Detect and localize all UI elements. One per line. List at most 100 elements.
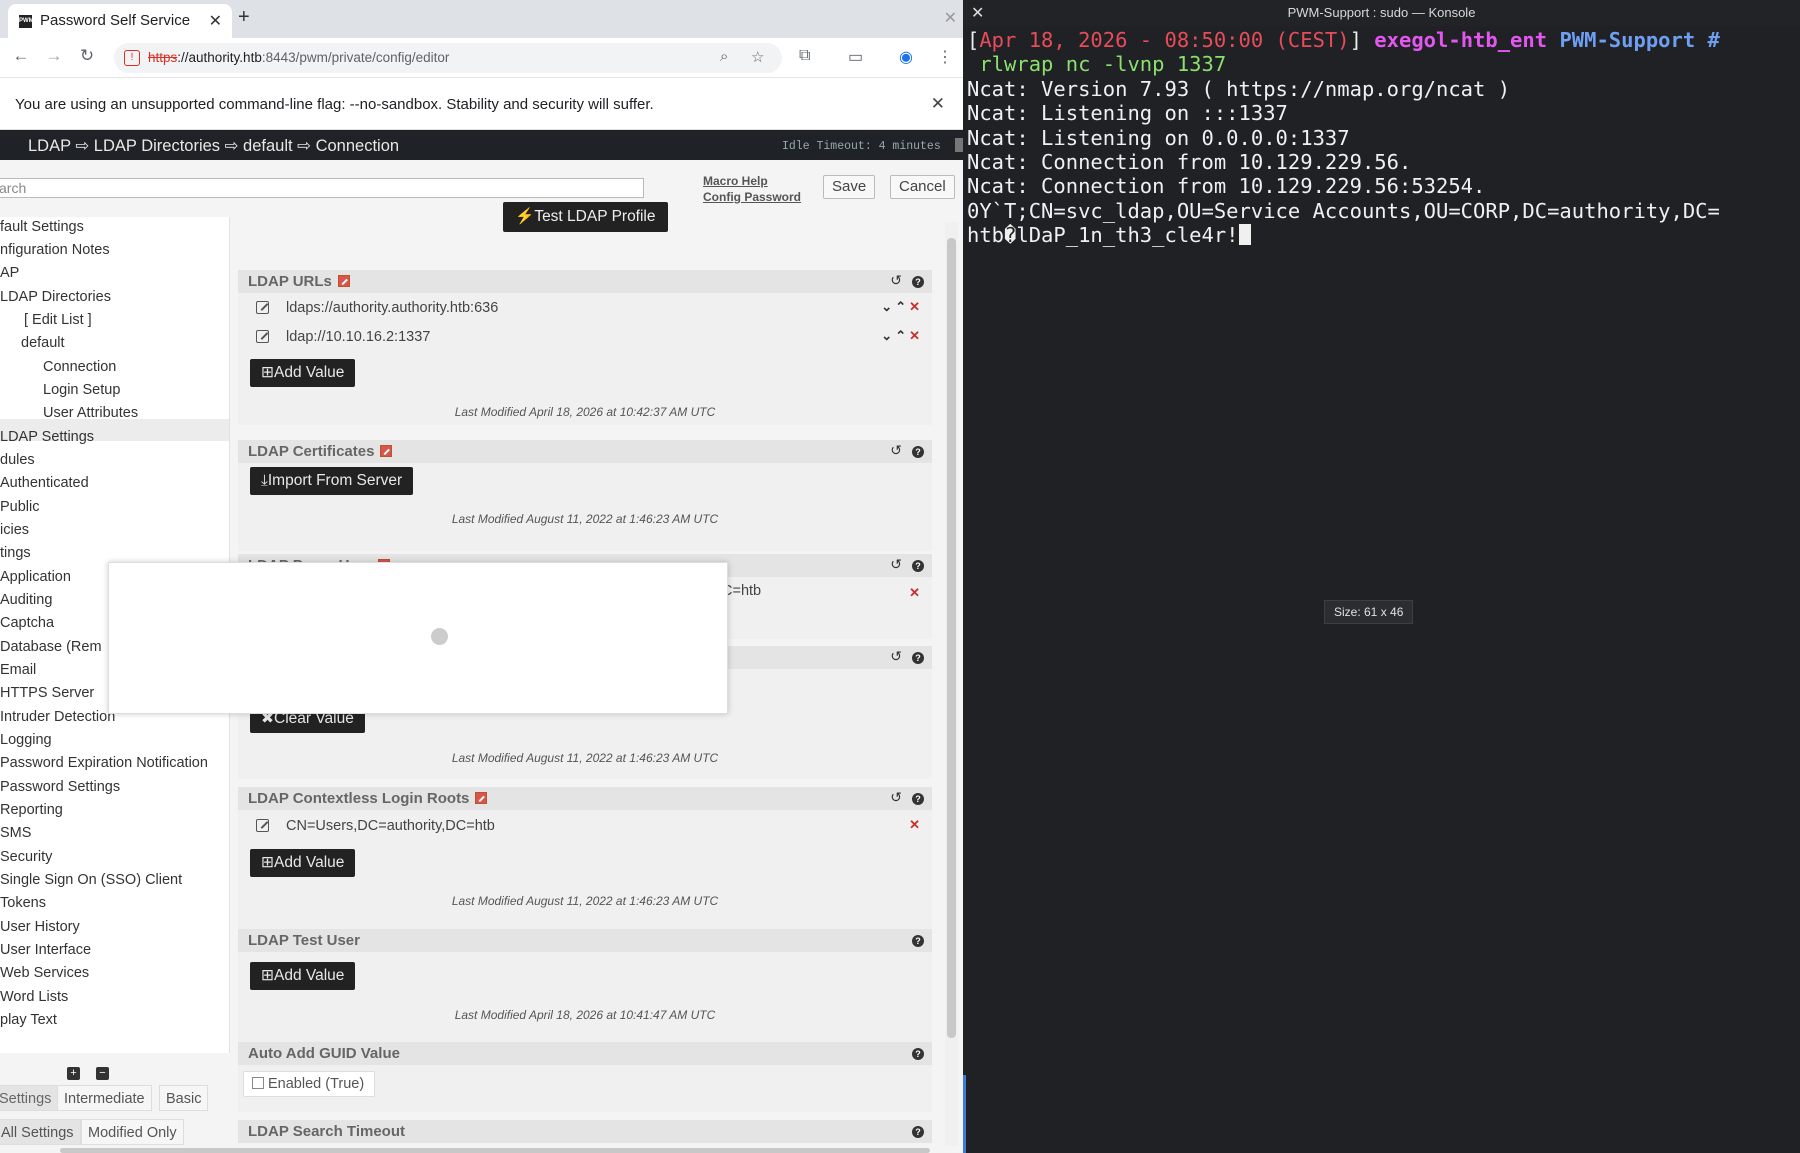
nav-item-connection[interactable]: Connection (43, 359, 116, 375)
nav-item[interactable]: Public (0, 499, 40, 515)
menu-icon[interactable]: ⋮ (937, 47, 953, 67)
level-intermediate-button[interactable]: Intermediate (57, 1085, 152, 1111)
help-icon[interactable]: ? (912, 935, 924, 947)
edit-icon[interactable] (256, 330, 269, 343)
vertical-scrollbar[interactable] (945, 222, 958, 1146)
import-from-server-button[interactable]: ⤓Import From Server (250, 467, 414, 495)
nav-item[interactable]: Password Settings (0, 779, 120, 795)
help-icon[interactable]: ? (912, 793, 924, 805)
extensions-icon[interactable]: ⧉ (799, 47, 810, 65)
help-icon[interactable]: ? (912, 446, 924, 458)
bookmark-star-icon[interactable]: ☆ (751, 48, 764, 66)
nav-item[interactable]: Password Expiration Notification (0, 755, 208, 771)
delete-icon[interactable]: ✕ (909, 817, 920, 832)
nav-item[interactable]: User History (0, 919, 80, 935)
help-icon[interactable]: ? (912, 560, 924, 572)
help-icon[interactable]: ? (912, 652, 924, 664)
nav-item[interactable]: LDAP Settings (0, 429, 94, 445)
move-up-icon[interactable]: ⌃ (895, 328, 906, 343)
infobar-close-icon[interactable]: ✕ (931, 94, 945, 114)
level-advanced-button[interactable]: Settings (0, 1085, 59, 1111)
new-tab-icon[interactable]: + (238, 6, 250, 29)
nav-item[interactable]: Captcha (0, 615, 54, 631)
browser-tab[interactable]: PWM Password Self Service ✕ (8, 4, 232, 38)
tab-close-icon[interactable]: ✕ (209, 11, 222, 31)
nav-item[interactable]: Reporting (0, 802, 63, 818)
nav-item[interactable]: nfiguration Notes (0, 242, 110, 258)
nav-item[interactable]: Single Sign On (SSO) Client (0, 872, 182, 888)
nav-item[interactable]: fault Settings (0, 219, 84, 235)
expand-all-icon[interactable]: + (67, 1067, 80, 1080)
nav-item[interactable]: HTTPS Server (0, 685, 94, 701)
delete-icon[interactable]: ✕ (909, 299, 920, 314)
help-icon[interactable]: ? (912, 1048, 924, 1060)
add-value-button[interactable]: ⊞Add Value (250, 359, 356, 387)
nav-item[interactable]: SMS (0, 825, 31, 841)
back-icon[interactable]: ← (9, 46, 33, 66)
help-icon[interactable]: ? (912, 1126, 924, 1138)
login-root-value[interactable]: CN=Users,DC=authority,DC=htb (286, 818, 495, 834)
not-secure-icon[interactable]: ! (124, 50, 140, 66)
move-up-icon[interactable]: ⌃ (895, 299, 906, 314)
nav-item[interactable]: Database (Rem (0, 639, 102, 655)
nav-item-edit-list[interactable]: [ Edit List ] (24, 312, 92, 328)
nav-item-ldap-directories[interactable]: LDAP Directories (0, 289, 111, 305)
delete-icon[interactable]: ✕ (909, 585, 920, 600)
filter-modified-only-button[interactable]: Modified Only (81, 1119, 184, 1145)
forward-icon[interactable]: → (42, 46, 66, 66)
level-basic-button[interactable]: Basic (159, 1085, 209, 1111)
nav-item[interactable]: Authenticated (0, 475, 89, 491)
add-value-button[interactable]: ⊞Add Value (250, 962, 356, 990)
nav-item[interactable]: tings (0, 545, 31, 561)
nav-item[interactable]: Word Lists (0, 989, 68, 1005)
delete-icon[interactable]: ✕ (909, 328, 920, 343)
window-close-icon[interactable]: ✕ (944, 8, 957, 28)
zoom-icon[interactable]: ⌕ (720, 48, 728, 65)
nav-item[interactable]: play Text (0, 1012, 57, 1028)
horizontal-scrollbar[interactable] (60, 1148, 930, 1153)
enabled-checkbox[interactable]: Enabled (True) (243, 1071, 376, 1097)
ldap-url-value[interactable]: ldap://10.10.16.2:1337 (286, 329, 430, 345)
move-down-icon[interactable]: ⌄ (881, 328, 892, 343)
profile-icon[interactable]: ◉ (899, 47, 913, 67)
reset-icon[interactable]: ↺ (890, 272, 902, 289)
reset-icon[interactable]: ↺ (890, 442, 902, 459)
nav-item[interactable]: Auditing (0, 592, 52, 608)
move-down-icon[interactable]: ⌄ (881, 299, 892, 314)
save-button[interactable]: Save (823, 175, 876, 199)
nav-item[interactable]: User Interface (0, 942, 91, 958)
nav-item[interactable]: Logging (0, 732, 52, 748)
nav-item-login-setup[interactable]: Login Setup (43, 382, 120, 398)
ldap-url-value[interactable]: ldaps://authority.authority.htb:636 (286, 300, 498, 316)
cast-icon[interactable]: ▭ (848, 47, 863, 67)
address-bar[interactable]: ! https://authority.htb:8443/pwm/private… (114, 43, 782, 73)
add-value-button[interactable]: ⊞Add Value (250, 849, 356, 877)
setting-search-input[interactable]: arch (0, 178, 644, 198)
nav-item[interactable]: dules (0, 452, 35, 468)
help-icon[interactable]: ? (912, 276, 924, 288)
edit-icon[interactable] (256, 819, 269, 832)
reset-icon[interactable]: ↺ (890, 556, 902, 573)
reset-icon[interactable]: ↺ (890, 789, 902, 806)
edit-icon[interactable] (256, 301, 269, 314)
macro-help-link[interactable]: Macro Help (703, 173, 801, 189)
cancel-button[interactable]: Cancel (890, 175, 955, 199)
nav-item[interactable]: icies (0, 522, 29, 538)
nav-item-default-profile[interactable]: default (21, 335, 65, 351)
nav-item[interactable]: Email (0, 662, 36, 678)
test-ldap-profile-button[interactable]: ⚡Test LDAP Profile (503, 202, 668, 232)
reset-icon[interactable]: ↺ (890, 648, 902, 665)
nav-item-user-attributes[interactable]: User Attributes (43, 405, 138, 421)
nav-item[interactable]: Security (0, 849, 52, 865)
nav-item[interactable]: Tokens (0, 895, 46, 911)
scrollbar-thumb[interactable] (947, 238, 956, 1038)
collapse-all-icon[interactable]: − (96, 1067, 109, 1080)
nav-item[interactable]: AP (0, 265, 19, 281)
filter-all-settings-button[interactable]: All Settings (0, 1119, 81, 1145)
nav-item[interactable]: Web Services (0, 965, 89, 981)
nav-item[interactable]: Application (0, 569, 71, 585)
nav-item[interactable]: Intruder Detection (0, 709, 115, 725)
terminal-output[interactable]: [Apr 18, 2026 - 08:50:00 (CEST)] exegol-… (967, 28, 1797, 248)
url-text[interactable]: https://authority.htb:8443/pwm/private/c… (148, 50, 449, 65)
reload-icon[interactable]: ↻ (75, 46, 99, 66)
